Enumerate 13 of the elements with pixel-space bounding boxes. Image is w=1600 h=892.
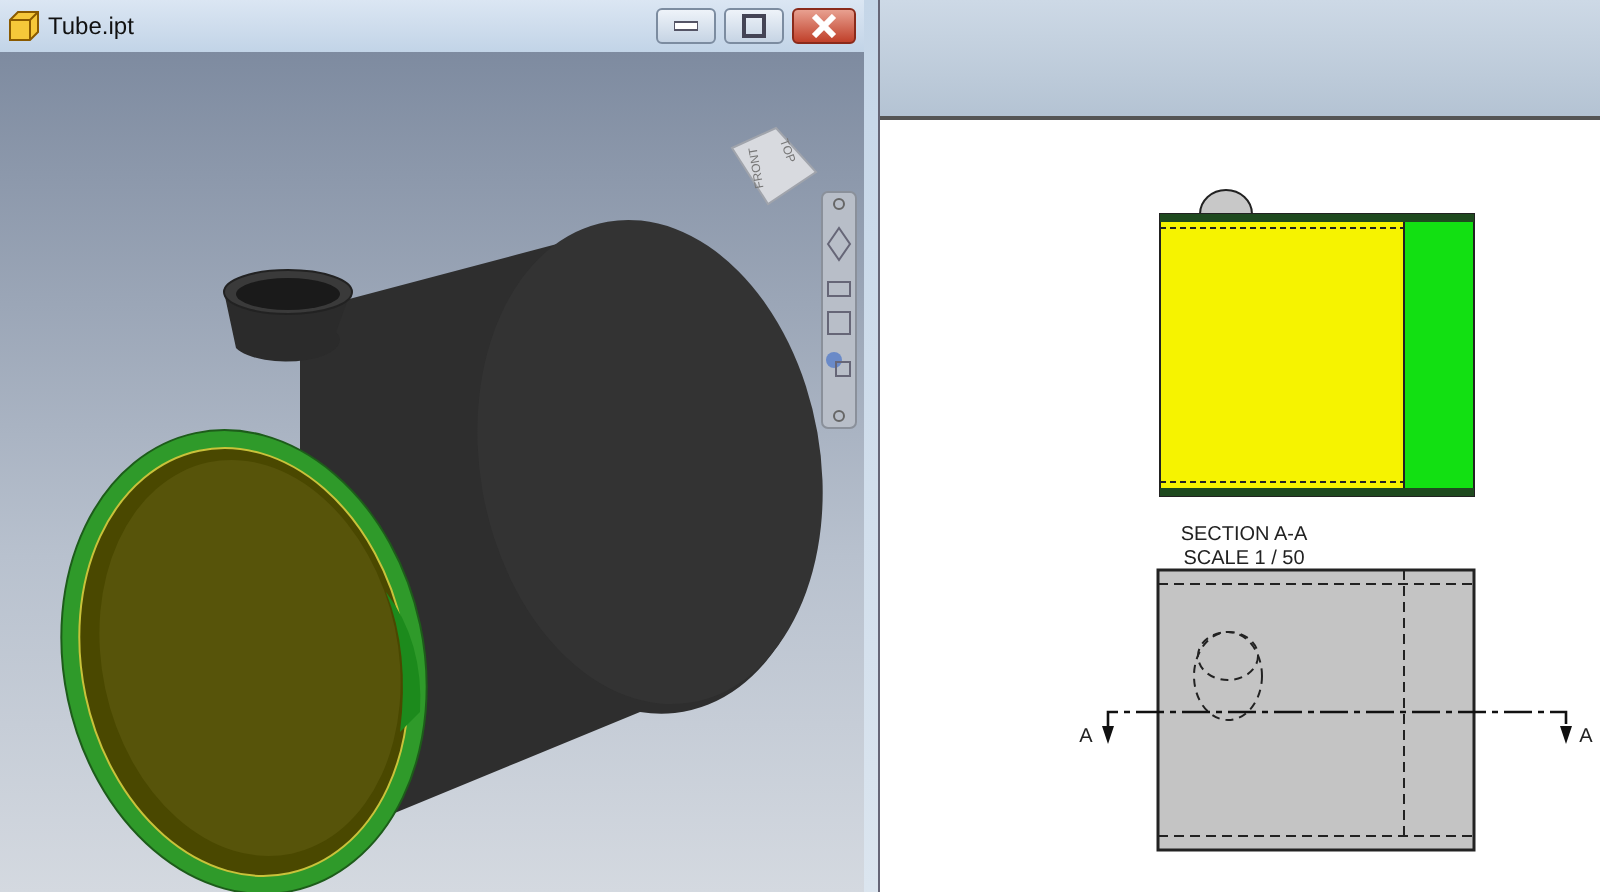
section-view-title: SECTION A-A — [1180, 524, 1308, 546]
minimize-icon — [674, 20, 698, 32]
close-button[interactable] — [792, 8, 856, 44]
maximize-icon — [742, 14, 766, 38]
section-label: A — [1079, 726, 1093, 748]
minimize-button[interactable] — [656, 8, 716, 44]
orbit-icon[interactable] — [826, 352, 851, 377]
viewcube-drawing — [730, 126, 818, 206]
cube-icon — [8, 10, 40, 42]
section-label: A — [1579, 726, 1593, 748]
scale-label: SCALE 1 / 50 — [1183, 548, 1305, 570]
maximize-button[interactable] — [724, 8, 784, 44]
window-title: Tube.ipt — [48, 12, 134, 40]
